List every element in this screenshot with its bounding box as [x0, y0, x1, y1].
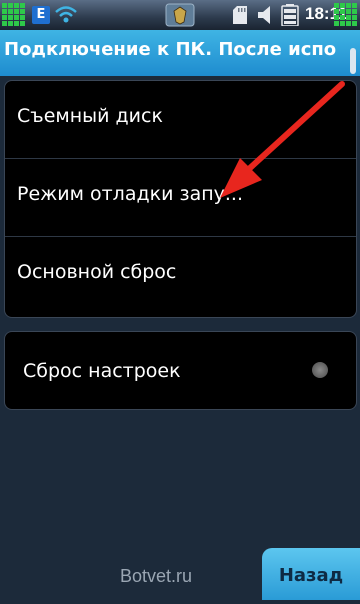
signal-grid-icon: [2, 3, 26, 27]
list-item-label: Съемный диск: [17, 105, 163, 127]
page-header: Подключение к ПК. После испо: [0, 30, 360, 76]
reset-settings-option[interactable]: Сброс настроек: [5, 332, 356, 409]
list-item-master-reset[interactable]: Основной сброс: [5, 237, 356, 314]
volume-icon: [258, 6, 274, 28]
reset-settings-card: Сброс настроек: [4, 331, 357, 410]
sd-card-icon: [233, 6, 247, 28]
settings-list: Съемный диск Режим отладки запу... Основ…: [4, 80, 357, 318]
network-e-icon: E: [32, 6, 50, 24]
page-title: Подключение к ПК. После испо: [4, 39, 337, 60]
radio-button[interactable]: [312, 362, 328, 378]
reset-settings-label: Сброс настроек: [23, 360, 181, 382]
wifi-icon: [55, 5, 77, 29]
signal-grid-icon: [334, 3, 358, 27]
battery-icon: [280, 4, 300, 30]
app-shield-icon: [165, 3, 195, 31]
status-bar: E 18:11: [0, 0, 360, 30]
list-item-label: Режим отладки запу...: [17, 183, 243, 205]
watermark: Botvet.ru: [120, 566, 193, 586]
back-button[interactable]: Назад: [262, 548, 360, 600]
list-item-label: Основной сброс: [17, 261, 177, 283]
list-item-debug-mode[interactable]: Режим отладки запу...: [5, 159, 356, 237]
header-scroll-indicator: [350, 48, 356, 74]
list-item-removable-disk[interactable]: Съемный диск: [5, 81, 356, 159]
